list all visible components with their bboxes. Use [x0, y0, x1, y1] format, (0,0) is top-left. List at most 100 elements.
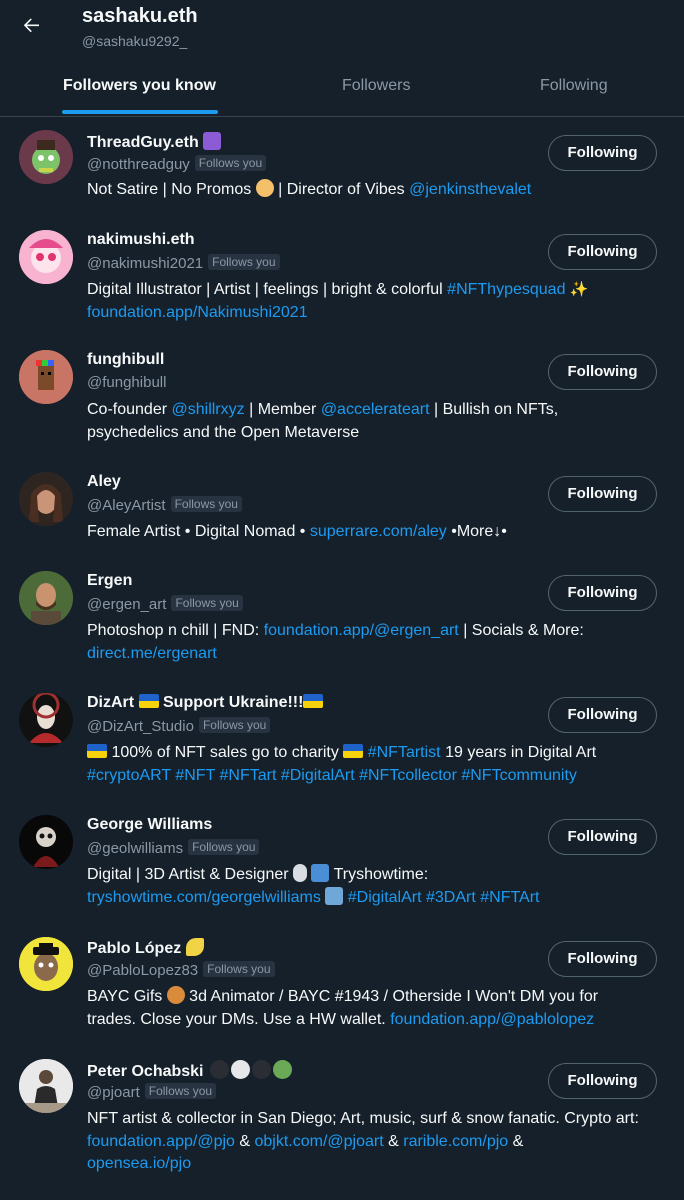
- list-item[interactable]: Aley @AleyArtist Follows you Following Fe…: [0, 459, 684, 559]
- tab-bar: Followers you know Followers Following: [0, 60, 684, 117]
- ukraine-flag-icon: [138, 694, 159, 708]
- user-bio: Photoshop n chill | FND: foundation.app/…: [87, 622, 584, 662]
- user-handle: @DizArt_Studio Follows you: [87, 717, 271, 735]
- hashtag-link[interactable]: #NFThypesquad: [447, 281, 565, 298]
- website-link[interactable]: opensea.io/pjo: [87, 1155, 191, 1172]
- black-circle-icon: [251, 1060, 271, 1079]
- user-handle: @pjoart Follows you: [87, 1083, 217, 1101]
- mention-link[interactable]: @shillrxyz: [172, 401, 245, 418]
- list-item[interactable]: nakimushi.eth @nakimushi2021 Follows you …: [0, 217, 684, 337]
- website-link[interactable]: foundation.app/@pjo: [87, 1133, 235, 1150]
- monkey-icon: [166, 986, 185, 1004]
- follows-you-badge: Follows you: [188, 839, 260, 855]
- list-item[interactable]: DizArt Support Ukraine!!! @DizArt_Studio…: [0, 681, 684, 803]
- computer-mouse-icon: [293, 864, 308, 882]
- clown-face-icon: [255, 179, 274, 197]
- avatar[interactable]: [19, 1059, 73, 1113]
- banana-icon: [185, 938, 204, 956]
- hashtag-link[interactable]: #DigitalArt #3DArt #NFTArt: [348, 889, 540, 906]
- tab-followers-you-know[interactable]: Followers you know: [63, 60, 216, 116]
- ukraine-flag-icon: [343, 744, 364, 758]
- website-link[interactable]: objkt.com/@pjoart: [254, 1133, 383, 1150]
- user-name[interactable]: Aley: [87, 473, 121, 491]
- avatar[interactable]: [19, 815, 73, 869]
- active-tab-indicator: [62, 110, 218, 114]
- paintbrush-icon: [311, 864, 330, 882]
- user-bio: Digital Illustrator | Artist | feelings …: [87, 281, 589, 321]
- user-name[interactable]: Peter Ochabski: [87, 1060, 292, 1081]
- mention-link[interactable]: @jenkinsthevalet: [409, 181, 531, 198]
- user-bio: BAYC Gifs 3d Animator / BAYC #1943 / Oth…: [87, 986, 599, 1028]
- profile-header: sashaku.eth @sashaku9292_: [0, 0, 684, 60]
- website-link[interactable]: rarible.com/pjo: [403, 1133, 508, 1150]
- list-item[interactable]: Peter Ochabski @pjoart Follows you Follow…: [0, 1047, 684, 1197]
- tab-followers[interactable]: Followers: [342, 60, 410, 116]
- back-arrow-icon[interactable]: [19, 13, 43, 37]
- website-link[interactable]: direct.me/ergenart: [87, 645, 217, 662]
- following-button[interactable]: Following: [548, 575, 657, 611]
- following-button[interactable]: Following: [548, 1063, 657, 1099]
- list-item[interactable]: Ergen @ergen_art Follows you Following Ph…: [0, 559, 684, 681]
- list-item[interactable]: Pablo López @PabloLopez83 Follows you Fol…: [0, 925, 684, 1047]
- website-link[interactable]: tryshowtime.com/georgelwilliams: [87, 889, 321, 906]
- hashtag-link[interactable]: #cryptoART #NFT #NFTart #DigitalArt #NFT…: [87, 767, 577, 784]
- following-button[interactable]: Following: [548, 476, 657, 512]
- avatar[interactable]: [19, 230, 73, 284]
- website-link[interactable]: foundation.app/Nakimushi2021: [87, 304, 308, 321]
- following-button[interactable]: Following: [548, 354, 657, 390]
- user-handle: @AleyArtist Follows you: [87, 496, 242, 514]
- white-circle-icon: [230, 1060, 250, 1079]
- user-bio: Not Satire | No Promos | Director of Vib…: [87, 179, 532, 198]
- follows-you-badge: Follows you: [194, 155, 267, 171]
- follows-you-badge: Follows you: [144, 1083, 217, 1099]
- avatar[interactable]: [19, 350, 73, 404]
- user-bio: 100% of NFT sales go to charity #NFTarti…: [87, 744, 597, 784]
- avatar[interactable]: [19, 472, 73, 526]
- user-handle: @geolwilliams Follows you: [87, 839, 260, 857]
- list-item[interactable]: George Williams @geolwilliams Follows you…: [0, 803, 684, 925]
- follows-you-badge: Follows you: [198, 717, 271, 733]
- user-handle: @ergen_art Follows you: [87, 595, 243, 613]
- green-circle-icon: [272, 1060, 292, 1079]
- ukraine-flag-icon: [87, 744, 107, 758]
- user-handle: @notthreadguy Follows you: [87, 155, 267, 173]
- follows-you-badge: Follows you: [203, 961, 275, 977]
- user-bio: Female Artist • Digital Nomad • superrar…: [87, 523, 507, 540]
- user-handle: @nakimushi2021 Follows you: [87, 254, 280, 272]
- user-name[interactable]: Ergen: [87, 572, 132, 590]
- mention-link[interactable]: @accelerateart: [321, 401, 430, 418]
- website-link[interactable]: superrare.com/aley: [310, 523, 447, 540]
- following-button[interactable]: Following: [548, 819, 657, 855]
- user-name[interactable]: funghibull: [87, 351, 164, 369]
- black-circle-icon: [209, 1060, 229, 1079]
- user-name[interactable]: George Williams: [87, 816, 212, 834]
- thread-spool-icon: [203, 132, 222, 150]
- following-button[interactable]: Following: [548, 941, 657, 977]
- sparkles-icon: ✨: [569, 281, 589, 298]
- website-link[interactable]: foundation.app/@pablolopez: [390, 1011, 594, 1028]
- framed-picture-icon: [325, 886, 344, 905]
- follows-you-badge: Follows you: [171, 595, 243, 611]
- list-item[interactable]: ThreadGuy.eth @notthreadguy Follows you F…: [0, 117, 684, 217]
- profile-name: sashaku.eth: [82, 5, 198, 27]
- avatar[interactable]: [19, 693, 73, 747]
- user-name[interactable]: DizArt Support Ukraine!!!: [87, 694, 324, 712]
- following-button[interactable]: Following: [548, 697, 657, 733]
- following-button[interactable]: Following: [548, 234, 657, 270]
- list-item[interactable]: funghibull @funghibull Following Co-foun…: [0, 337, 684, 459]
- user-bio: NFT artist & collector in San Diego; Art…: [87, 1110, 639, 1172]
- avatar[interactable]: [19, 130, 73, 184]
- user-name[interactable]: Pablo López: [87, 938, 204, 958]
- avatar[interactable]: [19, 571, 73, 625]
- hashtag-link[interactable]: #NFTartist: [368, 744, 441, 761]
- website-link[interactable]: foundation.app/@ergen_art: [264, 622, 459, 639]
- profile-handle: @sashaku9292_: [82, 33, 188, 49]
- follows-you-badge: Follows you: [170, 496, 242, 512]
- user-name[interactable]: nakimushi.eth: [87, 231, 195, 249]
- avatar[interactable]: [19, 937, 73, 991]
- tab-following[interactable]: Following: [540, 60, 608, 116]
- following-button[interactable]: Following: [548, 135, 657, 171]
- ukraine-flag-icon: [303, 694, 324, 708]
- user-name[interactable]: ThreadGuy.eth: [87, 132, 222, 152]
- follows-you-badge: Follows you: [208, 254, 280, 270]
